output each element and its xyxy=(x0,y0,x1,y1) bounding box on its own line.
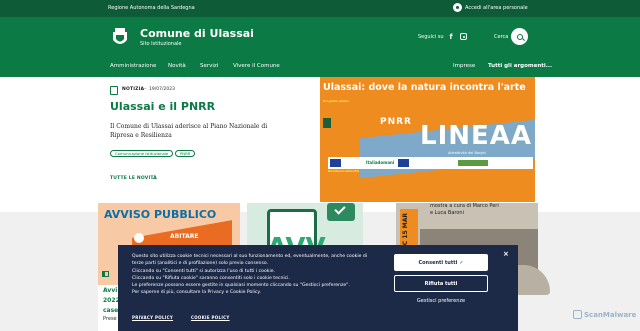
search-button[interactable] xyxy=(511,28,528,45)
hero-attr: Attrattività dei Borghi xyxy=(448,151,486,155)
site-header: Comune di Ulassai Sito Istituzionale Seg… xyxy=(0,17,640,59)
all-news-link[interactable]: TUTTE LE NOVITÀ xyxy=(110,176,157,181)
hero-project-label: Progetto pilota xyxy=(323,99,349,103)
privacy-policy-link[interactable]: PRIVACY POLICY xyxy=(132,315,173,320)
nav-item-imprese[interactable]: Imprese xyxy=(453,63,475,69)
hero-project-text: Progetto pilota xyxy=(323,99,533,103)
news-icon xyxy=(110,86,118,95)
search-label: Cerca xyxy=(494,34,509,40)
scanmalware-logo-icon xyxy=(573,310,582,319)
hero-banner-image[interactable]: Ulassai: dove la natura incontra l'arte … xyxy=(320,77,535,202)
municipal-crest-icon[interactable] xyxy=(110,26,130,48)
italiadomani-logo: Italiadomani xyxy=(366,160,395,165)
hero-pnrr: PNRR xyxy=(380,117,412,127)
cookie-line: Questo sito utilizza cookie tecnici nece… xyxy=(132,254,368,267)
instagram-icon[interactable] xyxy=(460,33,467,40)
nav-item-amministrazione[interactable]: Amministrazione xyxy=(110,63,156,69)
chip-pnrr[interactable]: PNRR xyxy=(175,150,196,157)
news-title[interactable]: Ulassai e il PNRR xyxy=(110,100,215,113)
hero-footer-text: NextGenerationEU xyxy=(328,169,359,173)
cookie-line: Cliccando su "Rifiuta cookie" saranno co… xyxy=(132,275,290,281)
region-link[interactable]: Regione Autonoma della Sardegna xyxy=(108,5,195,11)
manage-preferences-button[interactable]: Gestisci preferenze xyxy=(394,298,488,304)
hero-lineaa: LINEAA xyxy=(420,121,533,151)
main-nav: Amministrazione Novità Servizi Vivere il… xyxy=(0,59,640,77)
cookie-line: Per saperne di più, consultare la Privac… xyxy=(132,290,261,296)
abitare-label: ABITARE xyxy=(170,233,199,240)
card-avviso-image-title: AVVISO PUBBLICO xyxy=(104,208,217,221)
accept-all-label: Consenti tutti xyxy=(418,259,458,266)
region-logo-icon xyxy=(134,233,144,243)
card-avviso-preview: Prese xyxy=(103,316,117,322)
facebook-icon[interactable]: f xyxy=(447,33,455,41)
check-icon: ✓ xyxy=(459,259,464,266)
login-label: Accedi all'area personale xyxy=(465,4,528,11)
site-title[interactable]: Comune di Ulassai xyxy=(140,27,254,40)
cookie-text: Questo sito utilizza cookie tecnici nece… xyxy=(132,253,368,297)
cookie-banner: Questo sito utilizza cookie tecnici nece… xyxy=(118,245,518,331)
nav-item-novita[interactable]: Novità xyxy=(168,63,186,69)
news-date: 19/07/2023 xyxy=(149,87,175,92)
accept-all-button[interactable]: Consenti tutti ✓ xyxy=(394,254,488,271)
chip-comunicazione[interactable]: Comunicazione istituzionale xyxy=(110,150,174,157)
exhibition-caption-line: e Luca Baroni xyxy=(430,210,464,216)
social-label: Seguici su xyxy=(418,34,444,40)
close-icon[interactable]: × xyxy=(503,250,509,258)
exhibition-caption-line: mostra a cura di Marco Peri xyxy=(430,203,499,209)
arrow-right-icon: → xyxy=(152,176,157,182)
municipal-logo-icon xyxy=(323,118,331,128)
megaphone-icon xyxy=(102,271,109,277)
hero-headline: Ulassai: dove la natura incontra l'arte xyxy=(323,82,526,93)
eu-flag-icon xyxy=(398,159,409,167)
nav-all-topics[interactable]: Tutti gli argomenti... xyxy=(488,63,552,69)
hero-logos-strip: Italiadomani xyxy=(328,157,533,169)
watermark: ScanMalware xyxy=(573,310,636,319)
news-category: NOTIZIA xyxy=(122,87,145,92)
top-bar: Regione Autonoma della Sardegna Accedi a… xyxy=(0,0,640,17)
news-separator: — xyxy=(142,87,147,92)
user-icon xyxy=(453,3,462,12)
watermark-text: ScanMalware xyxy=(584,310,637,319)
cookie-line: Cliccando su "Consenti tutti" si autoriz… xyxy=(132,268,276,274)
ministry-logo-icon xyxy=(458,160,488,166)
login-link[interactable]: Accedi all'area personale xyxy=(453,3,528,12)
nav-item-vivere[interactable]: Vivere il Comune xyxy=(233,63,280,69)
refuse-all-button[interactable]: Rifiuta tutti xyxy=(394,275,488,292)
cookie-policy-link[interactable]: COOKIE POLICY xyxy=(191,315,230,320)
search-icon xyxy=(516,33,523,40)
eu-flag-icon xyxy=(330,159,341,167)
cookie-line: Le preferenze possono essere gestite in … xyxy=(132,283,350,289)
news-summary: Il Comune di Ulassai aderisce al Piano N… xyxy=(110,123,268,139)
site-subtitle: Sito Istituzionale xyxy=(140,41,182,47)
nav-item-servizi[interactable]: Servizi xyxy=(200,63,218,69)
exhibition-caption: mostra a cura di Marco Peri e Luca Baron… xyxy=(430,203,499,217)
hero-nextgen: NextGenerationEU xyxy=(328,169,360,173)
